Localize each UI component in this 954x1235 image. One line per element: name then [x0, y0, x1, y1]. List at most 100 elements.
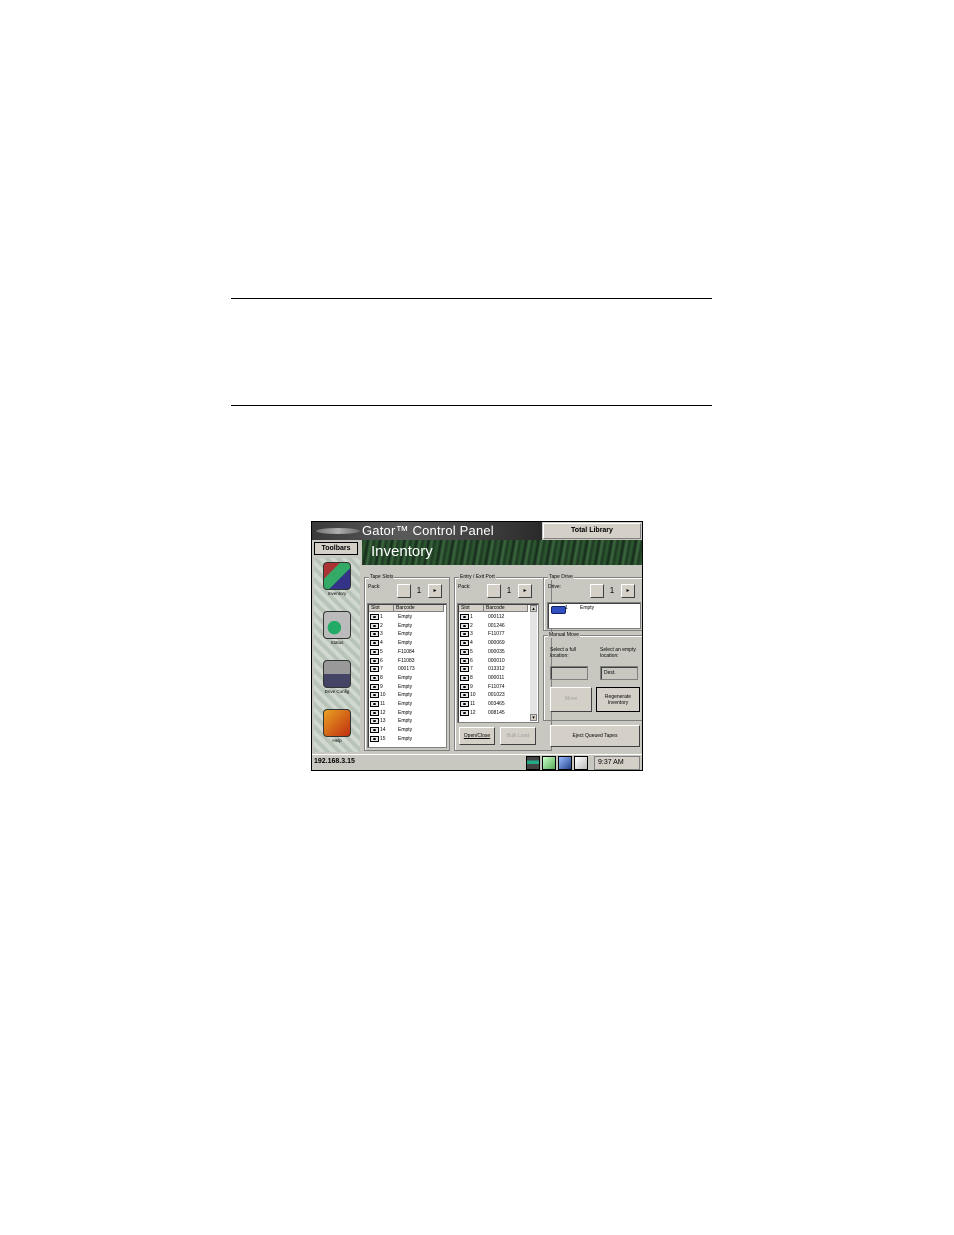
pack-next-button[interactable]: ▸: [428, 584, 442, 598]
drive-list[interactable]: 1 Empty: [547, 602, 641, 629]
slot-number: 15: [380, 735, 386, 742]
barcode: 003465: [488, 701, 505, 707]
toolbar-item-label: Drive Config: [324, 689, 350, 694]
app-title: Gator™ Control Panel: [362, 523, 494, 538]
barcode: Empty: [398, 709, 413, 716]
slot-number: 8: [380, 674, 383, 681]
barcode: Empty: [398, 735, 413, 742]
dest-location-field[interactable]: Dest.: [600, 666, 638, 680]
barcode: Empty: [398, 640, 413, 647]
tape-drive-icon: [551, 606, 566, 614]
barcode: Empty: [398, 683, 413, 690]
logo-swoosh-icon: [316, 528, 360, 534]
home-icon[interactable]: [542, 756, 556, 770]
traffic-light-icon[interactable]: [526, 756, 540, 770]
scroll-up-arrow-icon[interactable]: ▴: [530, 605, 537, 612]
bulk-load-button[interactable]: Bulk Load: [500, 727, 536, 745]
tape-cartridge-icon: [460, 701, 469, 707]
entry-pack-prev-button[interactable]: [487, 584, 501, 598]
slot-number: 3: [380, 631, 383, 638]
pack-label: Pack:: [458, 584, 471, 590]
barcode: 013312: [488, 666, 505, 673]
tape-cartridge-icon: [370, 657, 379, 664]
scroll-down-arrow-icon[interactable]: ▾: [530, 714, 537, 721]
barcode: F11074: [488, 683, 505, 690]
slot-number: 11: [470, 701, 476, 707]
slot-number: 2: [470, 622, 473, 629]
tape-cartridge-icon: [370, 683, 379, 690]
entry-list-scrollbar[interactable]: ▴ ▾: [530, 605, 537, 721]
drive-label: Drive:: [548, 584, 562, 590]
source-location-field[interactable]: [550, 666, 588, 680]
toolbar-item-drive-config[interactable]: Drive Config: [320, 660, 354, 694]
barcode: 001023: [488, 692, 505, 699]
tape-cartridge-icon: [370, 709, 379, 716]
entry-exit-list[interactable]: Slot Barcode 1 000112 2 001246 3 F11077 4 00006…: [457, 603, 539, 723]
tape-cartridge-icon: [370, 701, 379, 707]
drive-status: Empty: [580, 605, 595, 611]
slot-number: 4: [380, 640, 383, 647]
entry-pack-next-button[interactable]: ▸: [518, 584, 532, 598]
eject-queued-tapes-button[interactable]: Eject Queued Tapes: [550, 725, 640, 747]
slot-number: 14: [380, 727, 386, 734]
empty-location-label: Select an empty location:: [600, 647, 636, 659]
drive-prev-button[interactable]: [590, 584, 604, 598]
toolbar-item-inventory[interactable]: Inventory: [320, 562, 354, 596]
pack-label: Pack:: [368, 584, 381, 590]
section-title: Inventory: [371, 543, 433, 560]
barcode: 000010: [488, 657, 505, 664]
column-header-slot[interactable]: Slot: [459, 605, 484, 612]
slot-number: 12: [470, 709, 476, 716]
slot-number: 1: [380, 614, 383, 620]
regenerate-inventory-button[interactable]: Regenerate Inventory: [596, 687, 640, 712]
tape-cartridge-icon: [460, 674, 469, 681]
tape-cartridge-icon: [460, 657, 469, 664]
slot-number: 7: [380, 666, 383, 673]
tape-cartridge-icon: [460, 683, 469, 690]
ip-address: 192.168.3.15: [314, 758, 355, 765]
tape-slots-list[interactable]: Slot Barcode 1 Empty 2 Empty 3 Empty 4 Empty 5 F1…: [367, 603, 447, 748]
tape-slots-group: Tape Slots Pack: 1 ▸ Slot Barcode 1 Empty…: [364, 574, 450, 751]
toolbar-sidebar: Inventory Status Drive Config Help: [314, 558, 360, 752]
barcode: 008145: [488, 709, 505, 716]
tape-cartridge-icon: [370, 666, 379, 673]
move-button[interactable]: Move: [550, 687, 592, 712]
list-header: Slot Barcode: [369, 605, 445, 612]
toolbar-item-label: Inventory: [327, 591, 347, 596]
tape-cartridge-icon: [370, 727, 379, 734]
slot-number: 7: [470, 666, 473, 673]
slot-number: 9: [470, 683, 473, 690]
tape-cartridge-icon: [370, 718, 379, 725]
barcode: Empty: [398, 727, 413, 734]
network-icon[interactable]: [558, 756, 572, 770]
column-header-barcode[interactable]: Barcode: [484, 605, 528, 612]
slot-number: 11: [380, 701, 386, 707]
barcode: F11084: [398, 648, 415, 655]
drive-next-button[interactable]: ▸: [621, 584, 635, 598]
slot-number: 4: [470, 640, 473, 647]
top-rule-2: [231, 405, 712, 406]
tape-cartridge-icon: [460, 631, 469, 638]
section-banner: Inventory: [362, 540, 642, 565]
tape-cartridge-icon: [460, 709, 469, 716]
barcode: 000112: [488, 614, 505, 620]
pack-prev-button[interactable]: [397, 584, 411, 598]
top-rule-1: [231, 298, 712, 299]
column-header-barcode[interactable]: Barcode: [394, 605, 444, 612]
notes-icon[interactable]: [574, 756, 588, 770]
barcode: 000173: [398, 666, 415, 673]
help-icon: [323, 709, 351, 737]
slot-number: 2: [380, 622, 383, 629]
title-bar: Gator™ Control Panel: [312, 522, 542, 540]
column-header-slot[interactable]: Slot: [369, 605, 394, 612]
toolbars-button[interactable]: Toolbars: [314, 542, 358, 555]
entry-exit-group: Entry / Exit Port Pack: 1 ▸ Slot Barcode…: [454, 574, 552, 751]
toolbar-item-status[interactable]: Status: [320, 611, 354, 645]
status-bar: 192.168.3.15 9:37 AM: [312, 754, 642, 770]
barcode: Empty: [398, 692, 413, 699]
manual-move-title: Manual Move: [548, 632, 581, 638]
total-library-button[interactable]: Total Library: [543, 523, 641, 539]
toolbar-item-help[interactable]: Help: [320, 709, 354, 743]
entry-exit-title: Entry / Exit Port: [459, 574, 496, 580]
open-close-button[interactable]: Open/Close: [459, 727, 495, 745]
